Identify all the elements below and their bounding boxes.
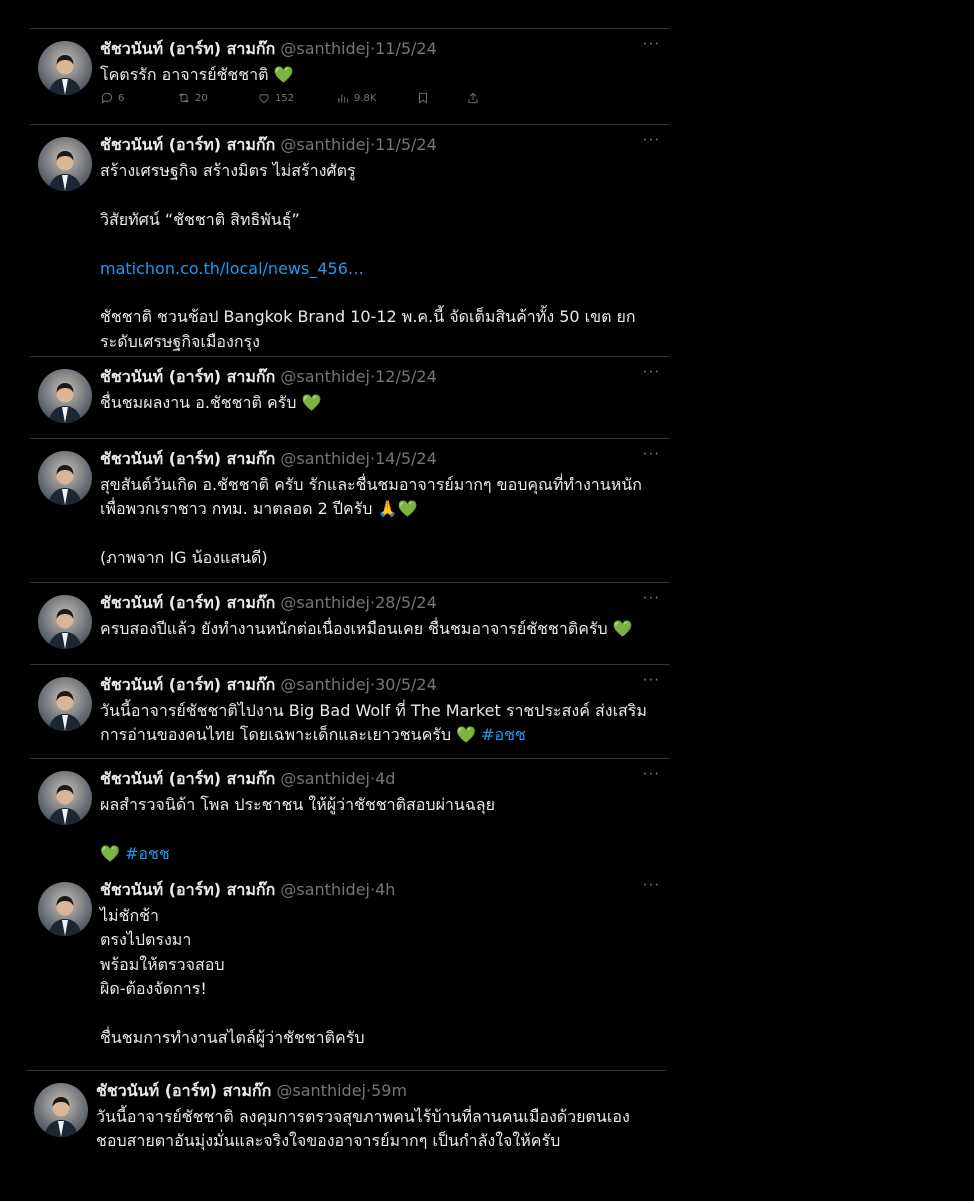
tweet-time[interactable]: 59m xyxy=(371,1081,407,1100)
like-count: 152 xyxy=(275,92,295,104)
tweet[interactable]: ชัชวนันท์ (อาร์ท) สามก๊ก @santhidej·4d ·… xyxy=(30,758,670,871)
author-handle[interactable]: @santhidej xyxy=(280,769,370,788)
author-handle[interactable]: @santhidej xyxy=(280,449,370,468)
tweet-text: โคตรรัก อาจารย์ชัชชาติ 💚 xyxy=(100,65,294,84)
tweet-header: ชัชวนันท์ (อาร์ท) สามก๊ก @santhidej·28/5… xyxy=(100,593,437,612)
more-options-icon[interactable]: ··· xyxy=(643,876,660,894)
retweet-count: 20 xyxy=(195,92,208,104)
more-options-icon[interactable]: ··· xyxy=(643,589,660,607)
hashtag-link[interactable]: #อชช xyxy=(125,844,170,863)
tweet[interactable]: ชัชวนันท์ (อาร์ท) สามก๊ก @santhidej·4h ·… xyxy=(30,870,670,1070)
tweet-time[interactable]: 14/5/24 xyxy=(375,449,437,468)
more-options-icon[interactable]: ··· xyxy=(643,671,660,689)
avatar[interactable] xyxy=(38,41,92,95)
avatar[interactable] xyxy=(34,1083,88,1137)
tweet-text: ชื่นชมผลงาน อ.ชัชชาติ ครับ 💚 xyxy=(100,393,322,412)
more-options-icon[interactable]: ··· xyxy=(643,765,660,783)
more-options-icon[interactable]: ··· xyxy=(643,35,660,53)
tweet[interactable]: ชัชวนันท์ (อาร์ท) สามก๊ก @santhidej·30/5… xyxy=(30,664,670,759)
author-name[interactable]: ชัชวนันท์ (อาร์ท) สามก๊ก xyxy=(100,367,275,386)
tweet-header: ชัชวนันท์ (อาร์ท) สามก๊ก @santhidej·11/5… xyxy=(100,39,437,58)
author-handle[interactable]: @santhidej xyxy=(280,675,370,694)
avatar[interactable] xyxy=(38,882,92,936)
more-options-icon[interactable]: ··· xyxy=(643,363,660,381)
more-options-icon[interactable]: ··· xyxy=(643,131,660,149)
tweet-text: ครบสองปีแล้ว ยังทำงานหนักต่อเนื่องเหมือน… xyxy=(100,619,633,638)
avatar[interactable] xyxy=(38,369,92,423)
tweet-header: ชัชวนันท์ (อาร์ท) สามก๊ก @santhidej·4d xyxy=(100,769,396,788)
tweet-header: ชัชวนันท์ (อาร์ท) สามก๊ก @santhidej·59m xyxy=(96,1081,408,1100)
author-name[interactable]: ชัชวนันท์ (อาร์ท) สามก๊ก xyxy=(100,449,275,468)
tweet-time[interactable]: 28/5/24 xyxy=(375,593,437,612)
tweet-header: ชัชวนันท์ (อาร์ท) สามก๊ก @santhidej·11/5… xyxy=(100,135,437,154)
more-options-icon[interactable]: ··· xyxy=(643,445,660,463)
tweet-text: วันนี้อาจารย์ชัชชาติไปงาน Big Bad Wolf ท… xyxy=(100,701,647,745)
avatar[interactable] xyxy=(38,451,92,505)
tweet[interactable]: ชัชวนันท์ (อาร์ท) สามก๊ก @santhidej·28/5… xyxy=(30,582,670,665)
tweet[interactable]: ชัชวนันท์ (อาร์ท) สามก๊ก @santhidej·12/5… xyxy=(30,356,670,439)
author-handle[interactable]: @santhidej xyxy=(280,135,370,154)
avatar[interactable] xyxy=(38,677,92,731)
reply-icon xyxy=(101,92,113,104)
tweet-actions: 6 20 152 9.8K xyxy=(100,91,480,111)
tweet-time[interactable]: 11/5/24 xyxy=(375,135,437,154)
tweet-header: ชัชวนันท์ (อาร์ท) สามก๊ก @santhidej·30/5… xyxy=(100,675,437,694)
views-icon xyxy=(338,94,349,103)
tweet[interactable]: ชัชวนันท์ (อาร์ท) สามก๊ก @santhidej·11/5… xyxy=(30,28,670,125)
bookmark-icon xyxy=(419,92,427,104)
author-name[interactable]: ชัชวนันท์ (อาร์ท) สามก๊ก xyxy=(100,39,275,58)
tweet-header: ชัชวนันท์ (อาร์ท) สามก๊ก @santhidej·4h xyxy=(100,880,396,899)
reply-button[interactable]: 6 xyxy=(100,91,124,105)
tweet-text: สร้างเศรษฐกิจ สร้างมิตร ไม่สร้างศัตรู วิ… xyxy=(100,161,636,351)
reply-count: 6 xyxy=(118,92,125,104)
heart-icon xyxy=(259,94,269,104)
tweet-link[interactable]: matichon.co.th/local/news_456… xyxy=(100,259,364,278)
tweet-time[interactable]: 4h xyxy=(375,880,395,899)
tweet-time[interactable]: 30/5/24 xyxy=(375,675,437,694)
tweet-text: ไม่ชักช้า ตรงไปตรงมา พร้อมให้ตรวจสอบ ผิด… xyxy=(100,906,365,1048)
author-handle[interactable]: @santhidej xyxy=(280,593,370,612)
author-handle[interactable]: @santhidej xyxy=(280,880,370,899)
views-button[interactable]: 9.8K xyxy=(336,91,376,105)
share-icon xyxy=(468,92,478,104)
tweet-time[interactable]: 11/5/24 xyxy=(375,39,437,58)
tweet-time[interactable]: 12/5/24 xyxy=(375,367,437,386)
author-name[interactable]: ชัชวนันท์ (อาร์ท) สามก๊ก xyxy=(100,135,275,154)
like-button[interactable]: 152 xyxy=(257,91,294,105)
hashtag-link[interactable]: #อชช xyxy=(481,725,526,744)
tweet-text: วันนี้อาจารย์ชัชชาติ ลงคุมการตรวจสุขภาพค… xyxy=(96,1107,630,1151)
retweet-icon xyxy=(179,93,189,103)
share-button[interactable] xyxy=(466,91,480,105)
retweet-button[interactable]: 20 xyxy=(177,91,208,105)
author-name[interactable]: ชัชวนันท์ (อาร์ท) สามก๊ก xyxy=(100,593,275,612)
tweet-text: สุขสันต์วันเกิด อ.ชัชชาติ ครับ รักและชื่… xyxy=(100,475,642,568)
tweet[interactable]: ชัชวนันท์ (อาร์ท) สามก๊ก @santhidej·14/5… xyxy=(30,438,670,583)
author-name[interactable]: ชัชวนันท์ (อาร์ท) สามก๊ก xyxy=(100,675,275,694)
bookmark-button[interactable] xyxy=(416,91,430,105)
avatar[interactable] xyxy=(38,137,92,191)
tweet-time[interactable]: 4d xyxy=(375,769,395,788)
tweet-header: ชัชวนันท์ (อาร์ท) สามก๊ก @santhidej·14/5… xyxy=(100,449,437,468)
author-name[interactable]: ชัชวนันท์ (อาร์ท) สามก๊ก xyxy=(100,880,275,899)
tweet-header: ชัชวนันท์ (อาร์ท) สามก๊ก @santhidej·12/5… xyxy=(100,367,437,386)
author-handle[interactable]: @santhidej xyxy=(276,1081,366,1100)
author-name[interactable]: ชัชวนันท์ (อาร์ท) สามก๊ก xyxy=(96,1081,271,1100)
tweet[interactable]: ชัชวนันท์ (อาร์ท) สามก๊ก @santhidej·59m … xyxy=(26,1070,666,1201)
tweet-text: ผลสำรวจนิด้า โพล ประชาชน ให้ผู้ว่าชัชชาต… xyxy=(100,795,495,863)
avatar[interactable] xyxy=(38,595,92,649)
avatar[interactable] xyxy=(38,771,92,825)
author-handle[interactable]: @santhidej xyxy=(280,39,370,58)
author-name[interactable]: ชัชวนันท์ (อาร์ท) สามก๊ก xyxy=(100,769,275,788)
tweet[interactable]: ชัชวนันท์ (อาร์ท) สามก๊ก @santhidej·11/5… xyxy=(30,124,670,357)
views-count: 9.8K xyxy=(354,92,377,104)
author-handle[interactable]: @santhidej xyxy=(280,367,370,386)
